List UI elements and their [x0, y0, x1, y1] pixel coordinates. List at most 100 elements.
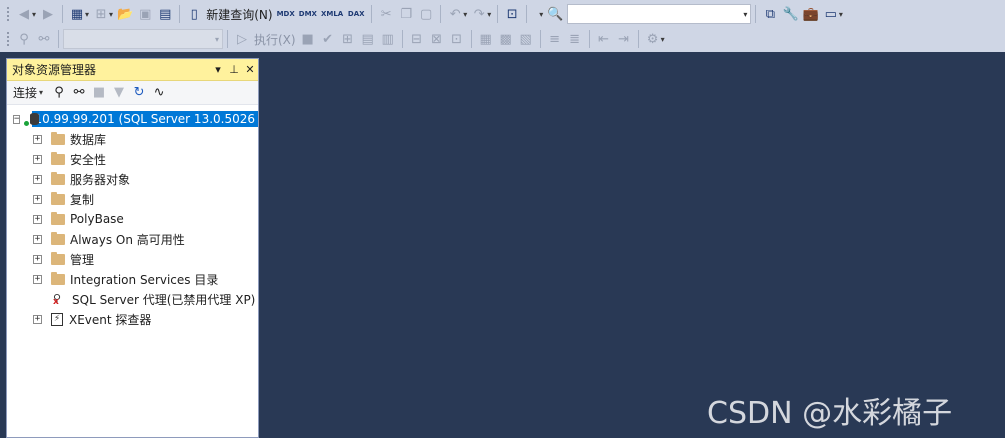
undo-icon[interactable]: ↶	[445, 4, 465, 24]
tree-node-label[interactable]: 复制	[70, 191, 94, 208]
add-item-dropdown-icon[interactable]: ▾	[109, 10, 113, 19]
tree-node[interactable]: + 数据库	[7, 129, 258, 149]
results-to-file-icon[interactable]: ▧	[516, 29, 536, 49]
collapse-icon[interactable]: −	[13, 114, 21, 124]
parse-icon[interactable]: ✔	[318, 29, 338, 49]
uncomment-icon[interactable]: ≣	[565, 29, 585, 49]
tree-node[interactable]: + 管理	[7, 249, 258, 269]
tree-node-label[interactable]: 数据库	[70, 131, 106, 148]
connect-server-icon[interactable]: ⚲	[49, 85, 69, 100]
new-project-dropdown-icon[interactable]: ▾	[85, 10, 89, 19]
query-designer-icon[interactable]: ▤	[358, 29, 378, 49]
save-all-icon[interactable]: ▤	[155, 4, 175, 24]
tree-node-label[interactable]: Integration Services 目录	[70, 271, 218, 288]
estimated-plan-icon[interactable]: ⊞	[338, 29, 358, 49]
tree-node-label[interactable]: Always On 高可用性	[70, 231, 185, 248]
redo-icon[interactable]: ↷	[469, 4, 489, 24]
tree-node[interactable]: + ⚡ XEvent 探查器	[7, 309, 258, 329]
stop-icon[interactable]: ■	[89, 85, 109, 100]
comment-icon[interactable]: ≡	[545, 29, 565, 49]
database-combobox[interactable]: ▾	[63, 29, 223, 49]
command-window-icon[interactable]: ▭	[821, 4, 841, 24]
back-dropdown-icon[interactable]: ▾	[32, 10, 36, 19]
find-combobox[interactable]: ▾	[567, 4, 752, 24]
close-icon[interactable]: ✕	[242, 63, 258, 76]
expand-icon[interactable]: +	[33, 214, 42, 224]
mdx-query-button[interactable]: MDX	[275, 4, 297, 24]
cancel-query-icon[interactable]: ■	[298, 29, 318, 49]
actual-plan-icon[interactable]: ⊟	[407, 29, 427, 49]
tree-node-label[interactable]: 服务器对象	[70, 171, 130, 188]
cut-icon[interactable]: ✂	[376, 4, 396, 24]
tree-node[interactable]: + Always On 高可用性	[7, 229, 258, 249]
query-options-icon[interactable]: ▥	[378, 29, 398, 49]
find-in-files-icon[interactable]: 🔍	[545, 4, 565, 24]
activity-monitor-icon[interactable]: ⊡	[502, 4, 522, 24]
pin-icon[interactable]: ⊥	[226, 63, 242, 76]
new-project-icon[interactable]: ▦	[67, 4, 87, 24]
toolbar-grip[interactable]	[6, 6, 10, 22]
execute-icon[interactable]: ▷	[232, 29, 252, 49]
filter-icon[interactable]: ▼	[109, 85, 129, 100]
tree-node[interactable]: + 服务器对象	[7, 169, 258, 189]
disconnect-icon[interactable]: ⚯	[69, 85, 89, 100]
tree-node[interactable]: ⚲ x SQL Server 代理(已禁用代理 XP)	[7, 289, 258, 309]
properties-window-icon[interactable]: ⧉	[760, 4, 780, 24]
tree-node-label[interactable]: 管理	[70, 251, 94, 268]
connect-button[interactable]: 连接	[13, 84, 37, 101]
new-query-icon[interactable]: ▯	[184, 4, 204, 24]
connect-icon[interactable]: ⚲	[14, 29, 34, 49]
expand-icon[interactable]: +	[33, 154, 42, 164]
toolbar-options-dropdown-icon[interactable]: ▾	[839, 10, 843, 19]
tree-node-label[interactable]: SQL Server 代理(已禁用代理 XP)	[72, 291, 255, 308]
execute-button[interactable]: 执行(X)	[252, 31, 298, 48]
tree-node[interactable]: + 复制	[7, 189, 258, 209]
results-to-grid-icon[interactable]: ▩	[496, 29, 516, 49]
new-query-button[interactable]: 新建查询(N)	[204, 6, 274, 23]
copy-icon[interactable]: ❐	[396, 4, 416, 24]
add-item-icon[interactable]: ⊞	[91, 4, 111, 24]
save-icon[interactable]: ▣	[135, 4, 155, 24]
tree-node-label[interactable]: PolyBase	[70, 212, 124, 226]
tree-node-label[interactable]: XEvent 探查器	[69, 311, 151, 328]
dax-query-button[interactable]: DAX	[345, 4, 367, 24]
solution-config-dropdown-icon[interactable]: ▾	[539, 10, 543, 19]
results-to-text-icon[interactable]: ▦	[476, 29, 496, 49]
tree-node-label[interactable]: 安全性	[70, 151, 106, 168]
dmx-query-button[interactable]: DMX	[297, 4, 319, 24]
tree-node-server[interactable]: − 10.99.99.201 (SQL Server 13.0.5026	[7, 109, 258, 129]
forward-icon[interactable]: ▶	[38, 4, 58, 24]
connect-dropdown-icon[interactable]: ▾	[39, 88, 43, 97]
expand-icon[interactable]: +	[33, 174, 42, 184]
tree-node[interactable]: + Integration Services 目录	[7, 269, 258, 289]
sql-editor-toolbar: ⚲ ⚯ ▾ ▷ 执行(X) ■ ✔ ⊞ ▤ ▥ ⊟ ⊠ ⊡ ▦ ▩ ▧ ≡ ≣ …	[0, 27, 1005, 51]
expand-icon[interactable]: +	[33, 274, 42, 284]
client-stats-icon[interactable]: ⊡	[447, 29, 467, 49]
expand-icon[interactable]: +	[33, 254, 42, 264]
redo-dropdown-icon[interactable]: ▾	[487, 10, 491, 19]
back-icon[interactable]: ◀	[14, 4, 34, 24]
activity-monitor-icon[interactable]: ∿	[149, 85, 169, 100]
open-file-icon[interactable]: 📂	[115, 4, 135, 24]
refresh-icon[interactable]: ↻	[129, 85, 149, 100]
expand-icon[interactable]: +	[33, 314, 42, 324]
xmla-query-button[interactable]: XMLA	[319, 4, 345, 24]
specify-template-values-icon[interactable]: ⚙	[643, 29, 663, 49]
expand-icon[interactable]: +	[33, 134, 42, 144]
window-position-dropdown-icon[interactable]: ▾	[210, 63, 226, 76]
undo-dropdown-icon[interactable]: ▾	[463, 10, 467, 19]
server-node-label[interactable]: 10.99.99.201 (SQL Server 13.0.5026	[31, 111, 258, 127]
decrease-indent-icon[interactable]: ⇤	[594, 29, 614, 49]
tree-node[interactable]: + 安全性	[7, 149, 258, 169]
tree-node[interactable]: + PolyBase	[7, 209, 258, 229]
wrench-icon[interactable]: 🔧	[780, 4, 800, 24]
toolbox-icon[interactable]: 💼	[801, 4, 821, 24]
change-connection-icon[interactable]: ⚯	[34, 29, 54, 49]
toolbar-grip[interactable]	[6, 31, 10, 47]
increase-indent-icon[interactable]: ⇥	[614, 29, 634, 49]
expand-icon[interactable]: +	[33, 234, 42, 244]
live-stats-icon[interactable]: ⊠	[427, 29, 447, 49]
toolbar-options-dropdown-icon[interactable]: ▾	[661, 35, 665, 44]
paste-icon[interactable]: ▢	[416, 4, 436, 24]
expand-icon[interactable]: +	[33, 194, 42, 204]
